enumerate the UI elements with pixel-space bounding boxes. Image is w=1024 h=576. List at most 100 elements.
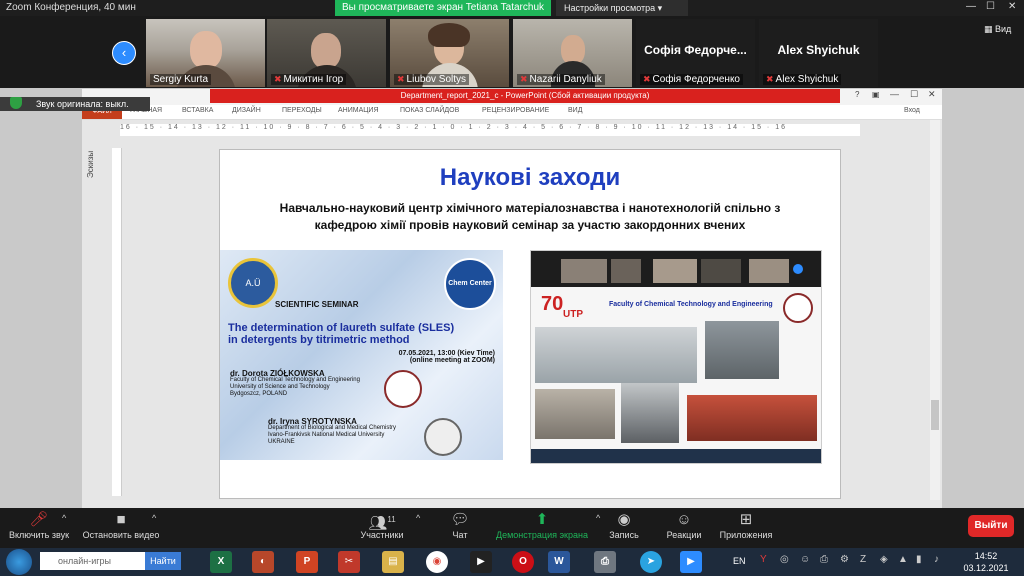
anniversary-number: 70 <box>541 293 564 315</box>
tab-slideshow[interactable]: ПОКАЗ СЛАЙДОВ <box>400 107 459 114</box>
network-icon[interactable]: ▮ <box>916 554 922 565</box>
input-language[interactable]: EN <box>733 556 746 566</box>
tab-view[interactable]: ВИД <box>568 107 582 114</box>
topic-line: in detergents by titrimetric method <box>228 334 410 346</box>
participants-options-chevron-icon[interactable]: ^ <box>416 513 420 523</box>
file-explorer-icon[interactable]: ▤ <box>382 551 404 573</box>
seal-text: A.Ü <box>245 278 261 288</box>
taskbar-clock[interactable]: 14:52 03.12.2021 <box>956 550 1016 574</box>
tray-icon[interactable]: ⎙ <box>820 554 828 565</box>
participant-tile[interactable]: Sergiy Kurta <box>146 19 265 87</box>
yandex-tray-icon[interactable]: Y <box>760 554 767 565</box>
ppt-ribbon: ГЛАВНАЯ ВСТАВКА ДИЗАЙН ПЕРЕХОДЫ АНИМАЦИЯ… <box>82 105 942 120</box>
close-icon[interactable]: ✕ <box>1008 1 1016 12</box>
view-label: Вид <box>995 24 1012 34</box>
original-sound-toggle[interactable]: Звук оригинала: выкл. <box>0 97 150 111</box>
tray-icon[interactable]: ▲ <box>898 554 908 565</box>
volume-icon[interactable]: ♪ <box>934 554 939 565</box>
share-banner: Вы просматриваете экран Tetiana Tatarchu… <box>335 0 551 16</box>
tab-transitions[interactable]: ПЕРЕХОДЫ <box>282 107 322 114</box>
audio-options-chevron-icon[interactable]: ^ <box>62 513 66 523</box>
participant-name: Sergiy Kurta <box>150 74 212 85</box>
view-button[interactable]: ▦ Вид <box>984 24 1011 35</box>
view-options-button[interactable]: Настройки просмотра ▾ <box>556 0 688 16</box>
record-button[interactable]: ◉ Запись <box>604 510 644 540</box>
tray-icon[interactable]: ◈ <box>880 554 888 565</box>
ppt-close-icon[interactable]: ✕ <box>928 89 936 100</box>
tray-icon[interactable]: ☺ <box>800 554 810 565</box>
datetime-line: 07.05.2021, 13:00 (Kiev Time) <box>398 350 495 357</box>
tray-icon[interactable]: Z <box>860 554 866 565</box>
poster-speaker-1: dr. Dorota ZIÓŁKOWSKA Faculty of Chemica… <box>230 370 360 398</box>
maximize-icon[interactable]: ☐ <box>986 1 995 12</box>
excel-icon[interactable]: X <box>210 551 232 573</box>
zoom-icon[interactable]: ▶ <box>680 551 702 573</box>
tab-insert[interactable]: ВСТАВКА <box>182 107 213 114</box>
participant-tile[interactable]: Софія Федорче... ✖ Софія Федорченко <box>636 19 755 87</box>
participants-button[interactable]: 👥︎11 Участники <box>354 510 410 540</box>
paint-icon[interactable]: ✂ <box>338 551 360 573</box>
participant-display-name: Софія Федорче... <box>644 43 747 57</box>
seminar-poster-image[interactable]: A.Ü Chem Center SCIENTIFIC SEMINAR The d… <box>220 250 503 460</box>
mini-participant-strip <box>531 251 821 287</box>
participant-tile[interactable]: ✖ Nazarii Danyliuk <box>513 19 632 87</box>
ppt-minimize-icon[interactable]: — <box>890 89 899 99</box>
participant-name-text: Nazarii Danyliuk <box>529 74 602 85</box>
ppt-title: Department_report_2021_c - PowerPoint (С… <box>210 89 840 103</box>
signin-link[interactable]: Вход <box>904 107 920 114</box>
tray-icon[interactable]: ◎ <box>780 554 789 565</box>
vertical-scrollbar[interactable] <box>930 120 940 500</box>
reactions-button[interactable]: ☺ Реакции <box>662 510 706 540</box>
word-icon[interactable]: W <box>548 551 570 573</box>
lab-photo <box>621 383 679 443</box>
chat-button[interactable]: 💬︎ Чат <box>444 510 476 540</box>
participant-name: ✖ Liubov Soltys <box>394 74 470 85</box>
telegram-icon[interactable]: ➤ <box>640 551 662 573</box>
leave-meeting-button[interactable]: Выйти <box>968 515 1014 537</box>
participant-tile[interactable]: ✖ Liubov Soltys <box>390 19 509 87</box>
unmute-label: Включить звук <box>8 530 70 540</box>
share-options-chevron-icon[interactable]: ^ <box>596 513 600 523</box>
slide-canvas[interactable]: Наукові заходи Навчально-науковий центр … <box>219 149 841 499</box>
apps-button[interactable]: ⊞ Приложения <box>716 510 776 540</box>
participant-name-text: Liubov Soltys <box>406 74 467 85</box>
muted-mic-icon: ✖ <box>643 74 651 84</box>
help-icon[interactable]: ? <box>855 90 859 99</box>
university-emblem <box>424 418 462 456</box>
start-button-icon[interactable] <box>6 549 32 575</box>
chem-center-logo: Chem Center <box>444 258 496 310</box>
minimize-icon[interactable]: — <box>966 1 976 12</box>
printer-icon[interactable]: ⎙ <box>594 551 616 573</box>
media-app-icon[interactable]: ◐ <box>252 551 274 573</box>
muted-mic-icon: ✖ <box>397 74 405 84</box>
zoom-session-screenshot-image[interactable]: 70 UTP Faculty of Chemical Technology an… <box>530 250 822 464</box>
participant-tile[interactable]: Alex Shyichuk ✖ Alex Shyichuk <box>759 19 878 87</box>
opera-icon[interactable]: O <box>512 551 534 573</box>
participant-tile[interactable]: ✖ Микитин Ігор <box>267 19 386 87</box>
tab-review[interactable]: РЕЦЕНЗИРОВАНИЕ <box>482 107 549 114</box>
video-options-chevron-icon[interactable]: ^ <box>152 513 156 523</box>
chrome-icon[interactable]: ◉ <box>426 551 448 573</box>
ribbon-display-icon[interactable]: ▣ <box>872 90 880 99</box>
ppt-maximize-icon[interactable]: ☐ <box>910 89 918 100</box>
media-player-icon[interactable]: ▶ <box>470 551 492 573</box>
tab-design[interactable]: ДИЗАЙН <box>232 107 261 114</box>
participants-count: 11 <box>387 515 396 524</box>
powerpoint-icon[interactable]: P <box>296 551 318 573</box>
thumbnails-label[interactable]: Эскизы <box>86 151 95 178</box>
lab-photo <box>535 389 615 439</box>
previous-page-button[interactable]: ‹ <box>112 41 136 65</box>
poster-datetime: 07.05.2021, 13:00 (Kiev Time) (online me… <box>390 350 495 364</box>
participants-icon: 👥︎11 <box>368 515 396 532</box>
tab-animation[interactable]: АНИМАЦИЯ <box>338 107 379 114</box>
record-label: Запись <box>609 530 639 540</box>
clock-date: 03.12.2021 <box>963 563 1009 573</box>
speaker-affiliation: Bydgoszcz, POLAND <box>230 391 288 397</box>
chat-label: Чат <box>452 530 468 540</box>
taskbar-search-button[interactable]: Найти <box>145 552 181 570</box>
vertical-ruler <box>112 148 122 496</box>
mini-taskbar <box>531 449 821 463</box>
share-screen-button[interactable]: ⬆ Демонстрация экрана <box>492 510 592 540</box>
taskbar-search-input[interactable]: онлайн-игры <box>40 552 150 570</box>
tray-icon[interactable]: ⚙ <box>840 554 849 565</box>
